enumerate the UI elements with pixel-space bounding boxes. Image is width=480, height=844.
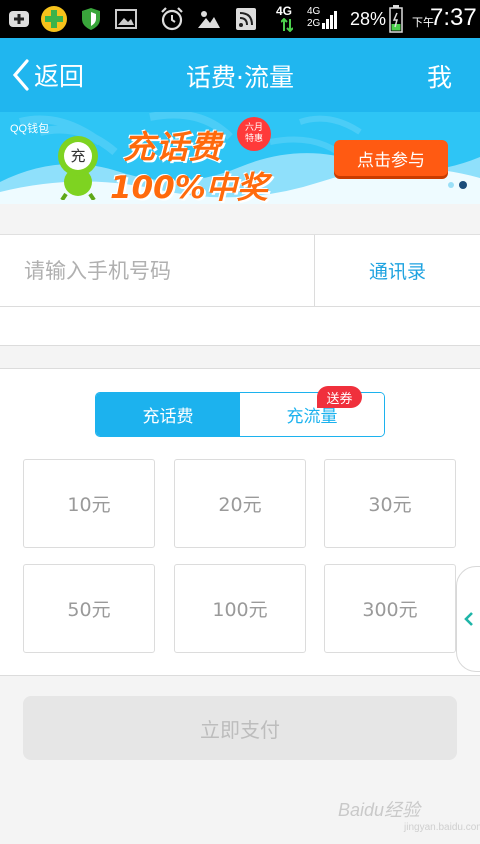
security-shield-icon <box>79 6 103 32</box>
pay-now-button[interactable]: 立即支付 <box>23 696 457 760</box>
phone-input-card: 通讯录 <box>0 234 480 346</box>
june-special-badge: 六月 特惠 <box>237 117 271 151</box>
rss-icon <box>234 6 258 32</box>
status-bar: 4G 4G 2G 28% 下午 7:37 <box>0 0 480 38</box>
clock: 7:37 <box>430 4 477 31</box>
network-4g-label: 4G <box>307 6 321 17</box>
mascot-char: 充 <box>70 147 86 165</box>
baidu-watermark-url: jingyan.baidu.com <box>404 822 480 833</box>
add-icon <box>6 6 32 32</box>
amount-option-20[interactable]: 20元 <box>174 459 306 548</box>
page-title: 话费·流量 <box>186 63 294 92</box>
battery-icon <box>388 5 404 33</box>
amount-option-50[interactable]: 50元 <box>23 564 155 653</box>
divider <box>0 306 480 307</box>
amount-option-300[interactable]: 300元 <box>324 564 456 653</box>
amount-option-100[interactable]: 100元 <box>174 564 306 653</box>
banner-dot-inactive[interactable] <box>448 182 454 188</box>
contacts-button[interactable]: 通讯录 <box>315 235 480 306</box>
phone-number-input[interactable] <box>0 235 314 306</box>
app-plus-icon <box>39 6 69 32</box>
me-button[interactable]: 我 <box>427 58 452 94</box>
badge-line-1: 六月 <box>244 123 263 133</box>
baidu-watermark: Baidu经验 <box>338 800 421 820</box>
alarm-icon <box>158 6 186 32</box>
amount-option-30[interactable]: 30元 <box>324 459 456 548</box>
recharge-options-card: 充话费 充流量 送券 10元 20元 30元 50元 100元 300元 <box>0 368 480 676</box>
join-button[interactable]: 点击参与 <box>334 140 448 176</box>
mascot-icon <box>58 136 98 200</box>
network-type-label: 4G <box>276 4 293 18</box>
banner-dot-active[interactable] <box>459 181 467 189</box>
network-2g-label: 2G <box>307 18 321 29</box>
qq-wallet-logo: QQ钱包 <box>10 123 50 135</box>
signal-icon <box>322 8 338 30</box>
banner-headline-2: 100%中奖 <box>110 170 268 204</box>
coupon-badge: 送券 <box>317 386 362 408</box>
chevron-left-icon <box>464 612 473 626</box>
battery-percent: 28% <box>350 9 387 29</box>
title-bar: 返回 话费·流量 我 <box>0 38 480 112</box>
image-icon <box>114 6 138 32</box>
weather-icon <box>196 6 222 32</box>
amount-option-10[interactable]: 10元 <box>23 459 155 548</box>
floating-side-tab[interactable] <box>456 566 480 672</box>
tab-recharge-phone[interactable]: 充话费 <box>96 393 240 436</box>
badge-line-2: 特惠 <box>244 134 263 144</box>
tab-recharge-data[interactable]: 充流量 <box>240 393 384 436</box>
data-arrows-icon <box>280 18 294 32</box>
promo-banner[interactable]: QQ钱包 充 充话费 100%中奖 六月 特惠 点击参与 <box>0 112 480 204</box>
